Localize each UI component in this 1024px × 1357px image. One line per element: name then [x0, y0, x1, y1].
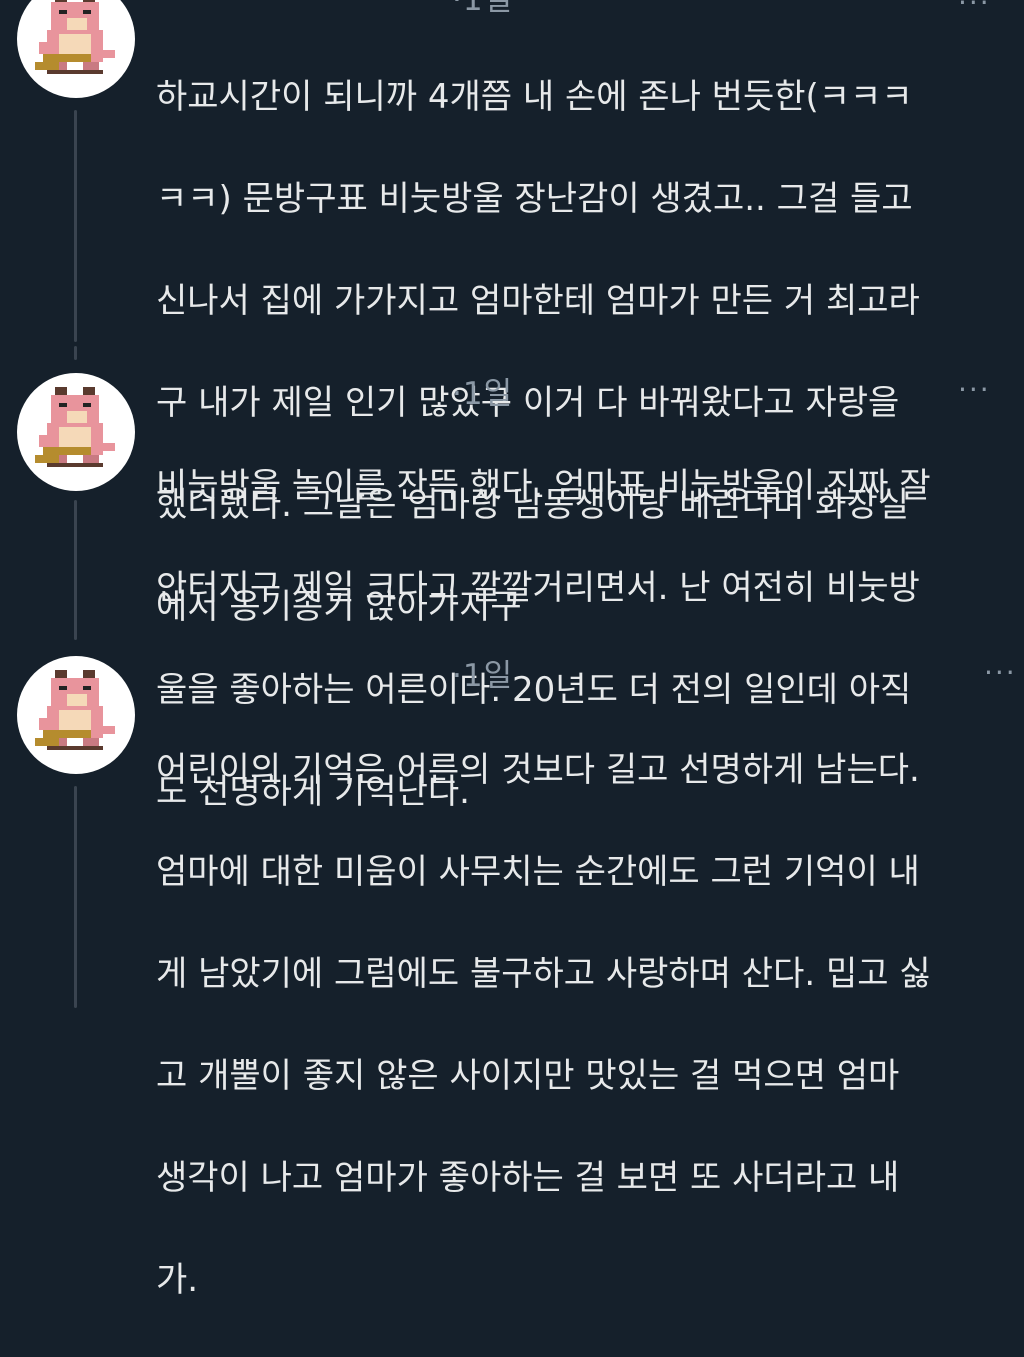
avatar[interactable] — [17, 656, 135, 774]
tweet-thread: ·1일 ··· 하교시간이 되니까 4개쯤 내 손에 존나 번듯한(ㅋㅋㅋ ㅋㅋ… — [0, 0, 1024, 1300]
tweet-text-line: 가. — [156, 1260, 199, 1300]
tweet-text-line: 비눗방울 놀이를 잔뜩 했다. 엄마표 비눗방울이 진짜 잘 — [156, 466, 931, 506]
tweet-timestamp[interactable]: ·1일 — [452, 368, 513, 413]
thread-connector-line — [74, 110, 77, 342]
thread-connector-line — [74, 786, 77, 1008]
avatar[interactable] — [17, 0, 135, 98]
tweet-text-line: 생각이 나고 엄마가 좋아하는 걸 보면 또 사더라고 내 — [156, 1158, 900, 1198]
tweet-body: 어린이의 기억은 어른의 것보다 길고 선명하게 남는다. 엄마에 대한 미움이… — [156, 694, 1016, 1357]
thread-connector-line — [74, 500, 77, 640]
thread-connector-line — [74, 346, 77, 360]
tweet-timestamp[interactable]: ·1일 — [452, 650, 513, 695]
tweet-text-line: ㅋㅋ) 문방구표 비눗방울 장난감이 생겼고.. 그걸 들고 — [156, 179, 913, 219]
more-options-icon[interactable]: ··· — [958, 0, 991, 17]
tweet-text-line: 안터지구 제일 크다고 깔깔거리면서. 난 여전히 비눗방 — [156, 568, 920, 608]
tweet-text-line: 하교시간이 되니까 4개쯤 내 손에 존나 번듯한(ㅋㅋㅋ — [156, 77, 913, 117]
tweet-text-line: 어린이의 기억은 어른의 것보다 길고 선명하게 남는다. — [156, 750, 920, 790]
tweet-timestamp[interactable]: ·1일 — [452, 0, 513, 19]
avatar[interactable] — [17, 373, 135, 491]
more-options-icon[interactable]: ··· — [984, 659, 1017, 687]
slowpoke-avatar-icon — [35, 0, 115, 74]
more-options-icon[interactable]: ··· — [958, 376, 991, 404]
tweet-text-line: 엄마에 대한 미움이 사무치는 순간에도 그런 기억이 내 — [156, 852, 920, 892]
slowpoke-avatar-icon — [35, 387, 115, 467]
tweet-text-line: 게 남았기에 그럼에도 불구하고 사랑하며 산다. 밉고 싫 — [156, 954, 931, 994]
tweet-text-line: 신나서 집에 가가지고 엄마한테 엄마가 만든 거 최고라 — [156, 281, 920, 321]
tweet-text-line: 고 개뿔이 좋지 않은 사이지만 맛있는 걸 먹으면 엄마 — [156, 1056, 900, 1096]
slowpoke-avatar-icon — [35, 670, 115, 750]
